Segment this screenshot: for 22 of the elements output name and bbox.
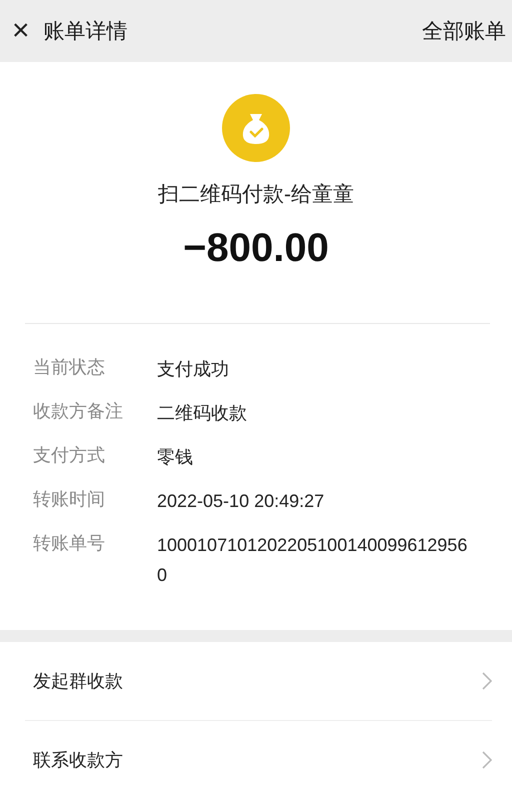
action-row[interactable]: 发起群收款 bbox=[25, 642, 492, 721]
detail-value: 支付成功 bbox=[157, 358, 230, 381]
chevron-icon bbox=[482, 672, 492, 690]
money-bag-icon bbox=[222, 94, 290, 162]
chevron-icon bbox=[482, 751, 492, 769]
detail-value: 10001071012022051001400996129560 bbox=[157, 534, 468, 587]
all-bills-link[interactable]: 全部账单 bbox=[422, 17, 506, 45]
action-label: 联系收款方 bbox=[33, 749, 123, 772]
amount: −800.00 bbox=[183, 226, 329, 271]
detail-label: 收款方备注 bbox=[33, 400, 124, 423]
close-button[interactable]: × bbox=[8, 16, 34, 46]
action-row[interactable]: 联系收款方 bbox=[25, 721, 492, 799]
detail-label: 当前状态 bbox=[33, 356, 106, 379]
detail-label: 转账时间 bbox=[33, 488, 106, 511]
detail-label: 支付方式 bbox=[33, 444, 106, 467]
detail-value: 2022-05-10 20:49:27 bbox=[157, 490, 326, 513]
detail-value: 二维码收款 bbox=[157, 402, 248, 425]
page-title: 账单详情 bbox=[44, 19, 129, 45]
detail-label: 转账单号 bbox=[33, 532, 106, 555]
action-label: 发起群收款 bbox=[33, 670, 123, 693]
detail-value: 零钱 bbox=[157, 446, 194, 469]
payment-title: 扫二维码付款-给童童 bbox=[158, 182, 354, 208]
